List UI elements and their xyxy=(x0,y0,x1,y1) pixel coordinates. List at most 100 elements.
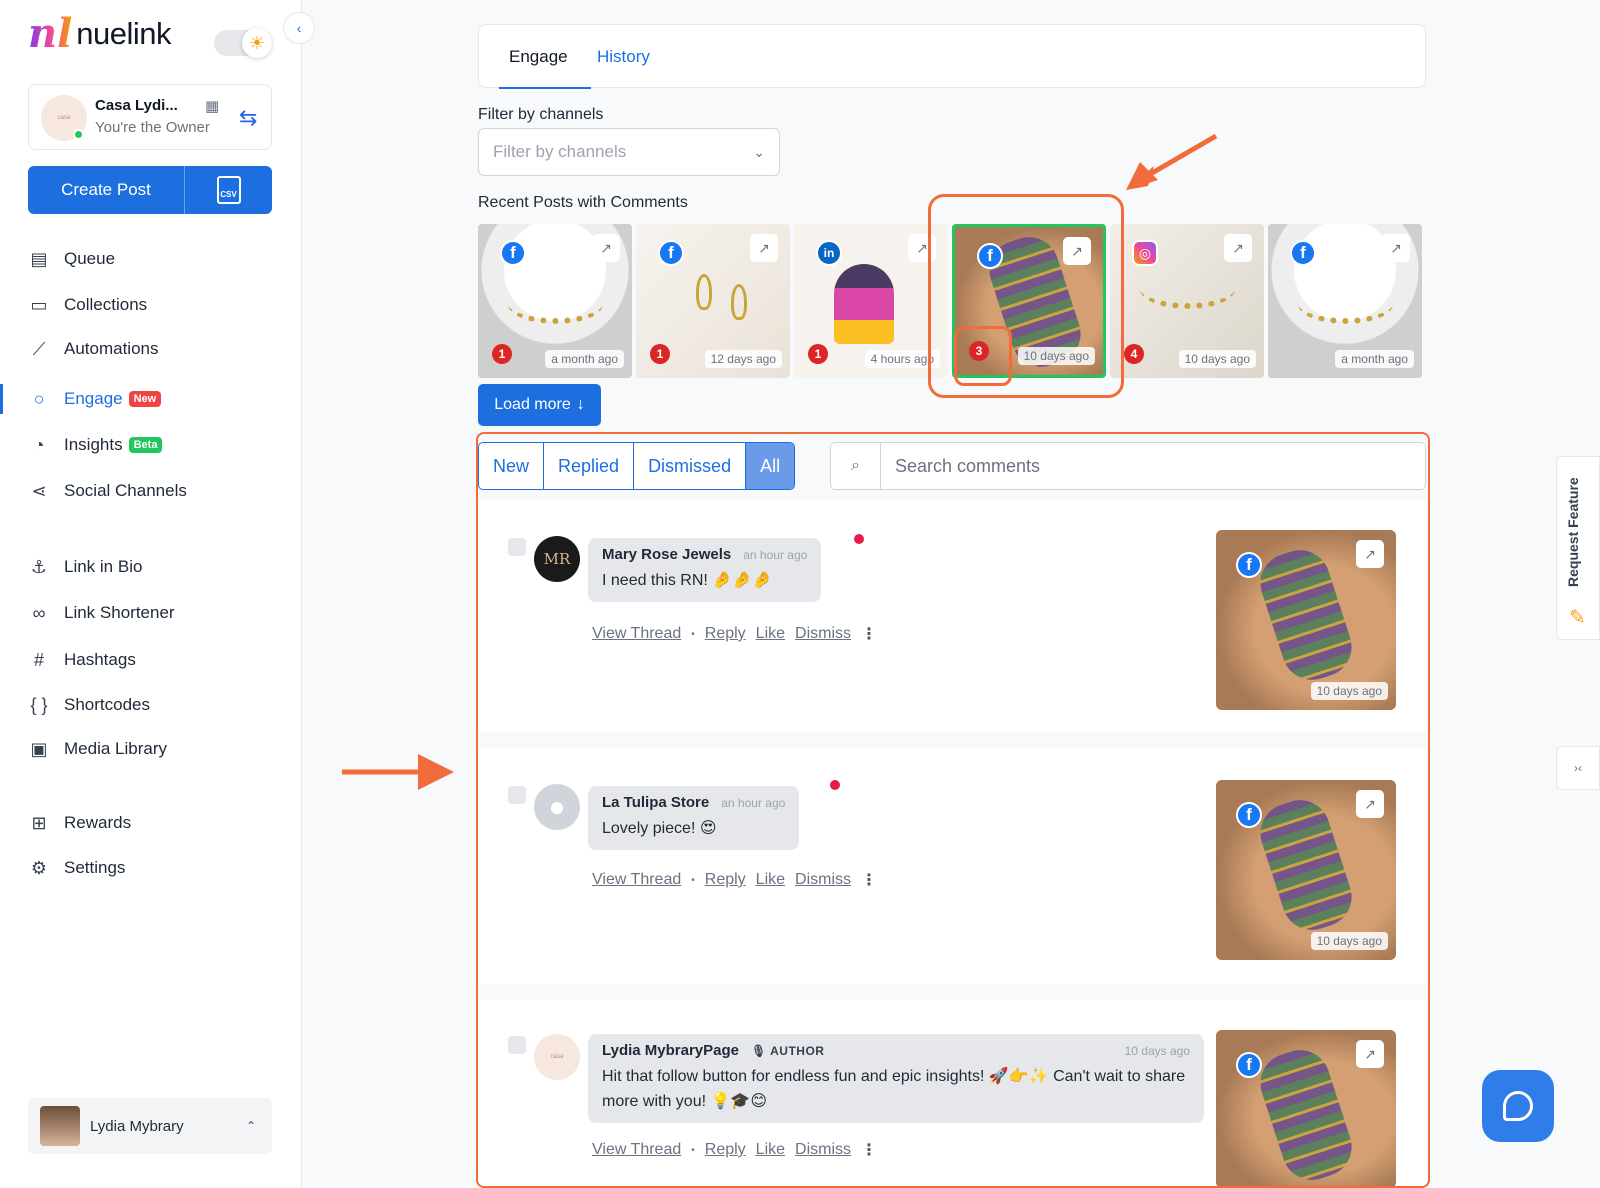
user-name: Lydia Mybrary xyxy=(90,1117,184,1135)
user-menu[interactable]: Lydia Mybrary ⌃ xyxy=(28,1098,272,1154)
channel-filter-select[interactable]: Filter by channels ⌄ xyxy=(478,128,780,176)
image-gallery-icon: ▣ xyxy=(30,738,48,759)
load-more-button[interactable]: Load more ↓ xyxy=(478,384,601,426)
comment-count-badge: 1 xyxy=(650,344,670,364)
gift-icon: ⊞ xyxy=(31,812,47,833)
account-role: You're the Owner xyxy=(95,119,210,136)
create-post-button[interactable]: Create Post xyxy=(28,166,185,214)
load-more-label: Load more xyxy=(494,396,571,413)
anchor-icon: ⚓ xyxy=(30,556,48,577)
earring-illustration xyxy=(731,284,747,320)
folder-icon: ▭ xyxy=(30,294,48,315)
nav-item-link-shortener[interactable]: ∞ Link Shortener xyxy=(28,600,175,626)
nav-item-automations[interactable]: ⟋ Automations xyxy=(28,336,159,362)
online-status-dot xyxy=(73,129,84,140)
nav-label: Queue xyxy=(64,249,116,268)
necklace-illustration xyxy=(1298,284,1393,324)
post-time: a month ago xyxy=(545,350,624,368)
external-link-icon[interactable]: ↗ xyxy=(750,234,778,262)
nav-label: Link Shortener xyxy=(64,603,175,622)
filter-label: Filter by channels xyxy=(478,106,604,123)
nav-label: Social Channels xyxy=(64,481,187,500)
calendar-icon: ▤ xyxy=(30,248,48,269)
post-time: 10 days ago xyxy=(1178,350,1256,368)
pie-chart-icon: ◔ xyxy=(33,434,45,455)
logo-mark-icon: nl xyxy=(28,10,73,57)
nav-label: Link in Bio xyxy=(64,557,143,576)
nav-item-settings[interactable]: ⚙ Settings xyxy=(28,855,126,881)
nav-label: Collections xyxy=(64,295,148,314)
instagram-icon: ◎ xyxy=(1132,240,1158,266)
nav-item-engage[interactable]: ○ Engage New xyxy=(28,386,162,412)
switch-account-icon[interactable]: ⇆ xyxy=(239,105,257,131)
nav-label: Engage xyxy=(64,389,123,408)
engage-tabs: Engage History xyxy=(478,24,1426,89)
side-tool-icon[interactable]: ›‹ xyxy=(1556,746,1600,790)
magic-wand-icon: ⟋ xyxy=(32,338,46,359)
nav-item-hashtags[interactable]: # Hashtags xyxy=(28,647,136,673)
linkedin-icon: in xyxy=(816,240,842,266)
annotation-highlight-count xyxy=(954,326,1012,386)
post-time: 12 days ago xyxy=(704,350,782,368)
external-link-icon[interactable]: ↗ xyxy=(592,234,620,262)
recent-post-thumb[interactable]: f ↗ 1 a month ago xyxy=(478,224,632,378)
nav-label: Hashtags xyxy=(64,650,136,669)
link-icon: ∞ xyxy=(32,602,46,623)
account-name: Casa Lydi... xyxy=(95,97,178,114)
sidebar: nl nuelink ☀ ‹ casa Casa Lydi... ▦ You'r… xyxy=(0,0,315,1188)
comment-count-badge: 1 xyxy=(808,344,828,364)
csv-import-button[interactable]: CSV xyxy=(185,166,272,214)
annotation-arrow-icon xyxy=(342,754,454,790)
post-time: a month ago xyxy=(1335,350,1414,368)
active-nav-indicator xyxy=(0,384,3,414)
nav-label: Settings xyxy=(64,858,126,877)
filter-placeholder: Filter by channels xyxy=(493,142,627,161)
lightbulb-icon: ✎ xyxy=(1569,607,1586,629)
nav-label: Shortcodes xyxy=(64,695,150,714)
sun-icon: ☀ xyxy=(242,28,272,58)
tab-history[interactable]: History xyxy=(597,47,650,67)
chevron-down-icon: ⌄ xyxy=(753,143,765,160)
tab-engage[interactable]: Engage xyxy=(509,47,568,67)
external-link-icon[interactable]: ↗ xyxy=(1224,234,1252,262)
logo-text: nuelink xyxy=(76,16,172,51)
comment-count-badge: 1 xyxy=(492,344,512,364)
recent-post-thumb[interactable]: ◎ ↗ 4 10 days ago xyxy=(1110,224,1264,378)
recent-post-thumb[interactable]: in ↗ 1 4 hours ago xyxy=(794,224,948,378)
charm-bracelet-illustration xyxy=(1140,269,1235,309)
recent-post-thumb[interactable]: f ↗ 1 12 days ago xyxy=(636,224,790,378)
recent-post-thumb[interactable]: f ↗ a month ago xyxy=(1268,224,1422,378)
external-link-icon[interactable]: ↗ xyxy=(1382,234,1410,262)
account-switcher[interactable]: casa Casa Lydi... ▦ You're the Owner ⇆ xyxy=(28,84,272,150)
nav-item-queue[interactable]: ▤ Queue xyxy=(28,246,115,272)
nav-label: Automations xyxy=(64,339,159,358)
annotation-arrow-icon xyxy=(1126,133,1218,190)
theme-toggle[interactable]: ☀ xyxy=(214,28,272,58)
chat-bubble-icon: ○ xyxy=(33,388,45,409)
new-badge: New xyxy=(128,391,162,407)
nav-item-link-in-bio[interactable]: ⚓ Link in Bio xyxy=(28,554,143,580)
share-icon: ⋖ xyxy=(31,480,47,501)
nuelink-logo[interactable]: nl nuelink xyxy=(28,10,172,57)
necklace-illustration xyxy=(508,284,603,324)
facebook-icon: f xyxy=(1290,240,1316,266)
nav-label: Insights xyxy=(64,435,123,454)
person-illustration xyxy=(834,264,894,344)
nav-item-rewards[interactable]: ⊞ Rewards xyxy=(28,810,131,836)
chevron-up-icon: ⌃ xyxy=(245,1119,256,1133)
gear-icon: ⚙ xyxy=(30,857,48,878)
building-icon: ▦ xyxy=(205,98,220,115)
support-chat-button[interactable] xyxy=(1482,1070,1554,1142)
chevron-left-icon: ‹ xyxy=(296,20,302,36)
nav-item-social-channels[interactable]: ⋖ Social Channels xyxy=(28,478,187,504)
beta-badge: Beta xyxy=(128,437,163,453)
csv-icon: CSV xyxy=(216,176,241,204)
nav-item-shortcodes[interactable]: { } Shortcodes xyxy=(28,692,150,718)
request-feature-tab[interactable]: Request Feature ✎ xyxy=(1556,456,1600,640)
create-post-group: Create Post CSV xyxy=(28,166,272,214)
collapse-sidebar-button[interactable]: ‹ xyxy=(283,12,315,44)
nav-item-collections[interactable]: ▭ Collections xyxy=(28,292,147,318)
braces-icon: { } xyxy=(30,694,48,715)
nav-item-media-library[interactable]: ▣ Media Library xyxy=(28,736,167,762)
nav-item-insights[interactable]: ◔ Insights Beta xyxy=(28,432,163,458)
